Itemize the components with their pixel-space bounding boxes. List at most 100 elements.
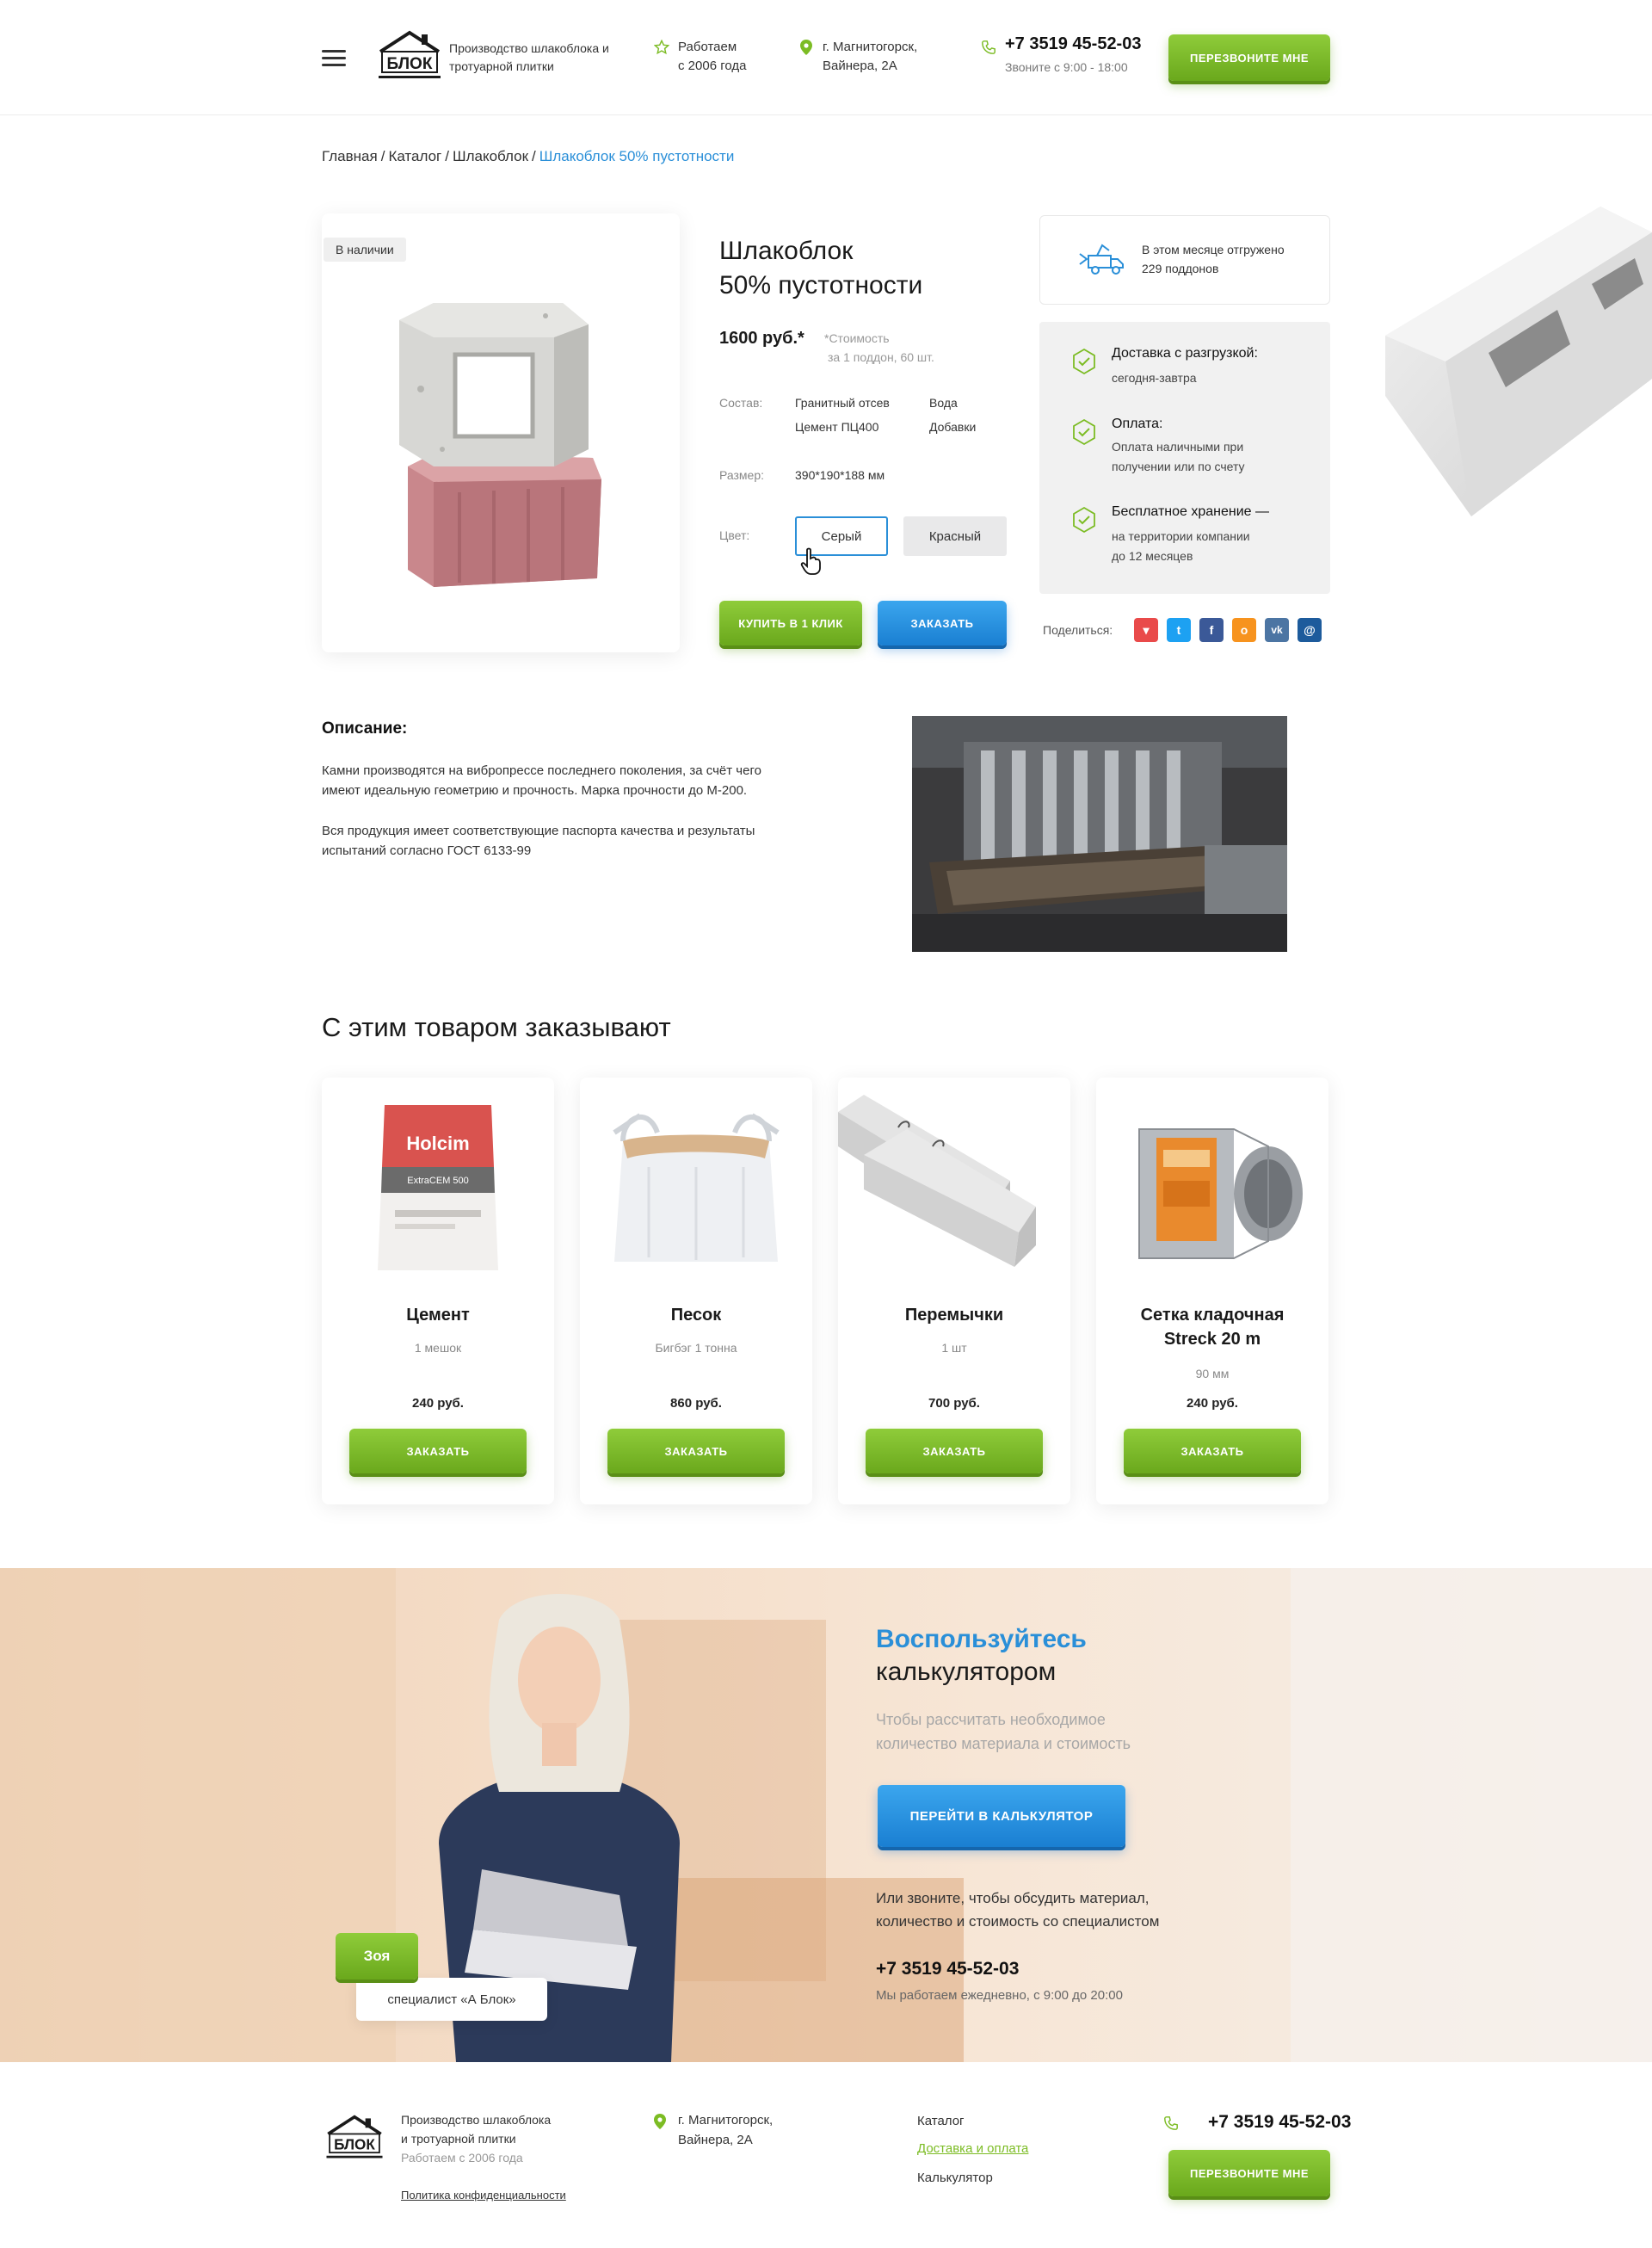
benefit-desc: сегодня-завтра (1112, 371, 1197, 385)
phone-icon (982, 40, 996, 54)
related-card-sub: 90 мм (1195, 1367, 1230, 1380)
benefit-title: Доставка с разгрузкой: (1112, 346, 1258, 361)
office-background-image (0, 1568, 1652, 2062)
footer-address: г. Магнитогорск, Вайнера, 2А (678, 2113, 774, 2147)
production-machine-image[interactable] (912, 716, 1287, 952)
phone-icon (1164, 2116, 1178, 2130)
check-hexagon-icon (1073, 348, 1095, 375)
product-image-card: В наличии (322, 213, 680, 652)
specialist-role: специалист «А Блок» (356, 1978, 547, 2021)
related-card-sub: 1 шт (941, 1341, 967, 1355)
breadcrumb-home[interactable]: Главная (322, 148, 378, 164)
header-tagline: Производство шлакоблока и тротуарной пли… (449, 41, 609, 73)
benefit-desc: до 12 месяцев (1112, 549, 1193, 563)
product-title: Шлакоблок 50% пустотности (719, 237, 923, 300)
color-option-red[interactable]: Красный (903, 516, 1007, 556)
footer-tagline: Производство шлакоблока и тротуарной пли… (401, 2113, 552, 2146)
footer-link-delivery[interactable]: Доставка и оплата (917, 2141, 1028, 2156)
calculator-phone[interactable]: +7 3519 45-52-03 (876, 1959, 1019, 1979)
related-card-name: Песок (670, 1306, 722, 1325)
related-card-price: 240 руб. (1187, 1396, 1238, 1411)
related-card-name: Сетка кладочная Streck 20 m (1140, 1306, 1285, 1349)
benefit-title: Оплата: (1112, 417, 1163, 431)
composition-item: Вода (929, 396, 958, 410)
size-value: 390*190*188 мм (795, 468, 885, 482)
site-header: БЛОК Производство шлакоблока и тротуарно… (0, 0, 1652, 115)
check-hexagon-icon (1073, 506, 1095, 534)
benefit-title: Бесплатное хранение — (1112, 504, 1269, 519)
location-pin-icon (800, 40, 812, 55)
composition-item: Цемент ПЦ400 (795, 420, 879, 434)
sand-bigbag-image (613, 1113, 780, 1262)
benefits-panel: Доставка с разгрузкой: сегодня-завтра Оп… (1039, 322, 1330, 594)
related-order-button[interactable]: Заказать (1124, 1429, 1301, 1473)
vk-icon[interactable]: vk (1265, 618, 1289, 642)
related-order-button[interactable]: Заказать (607, 1429, 785, 1473)
cement-bag-image: Holcim ExtraCEM 500 (378, 1105, 498, 1270)
calculator-hours: Мы работаем ежедневно, с 9:00 до 20:00 (876, 1988, 1123, 2003)
buy-one-click-button[interactable]: Купить в 1 клик (719, 601, 862, 645)
related-card-mesh[interactable]: Сетка кладочная Streck 20 m 90 мм 240 ру… (1096, 1078, 1328, 1504)
footer-phone[interactable]: +7 3519 45-52-03 (1208, 2112, 1351, 2133)
share-label: Поделиться: (1043, 623, 1113, 637)
header-hours: Звоните с 9:00 - 18:00 (1005, 60, 1128, 74)
product-image[interactable] (382, 286, 623, 596)
related-card-cement[interactable]: Holcim ExtraCEM 500 Цемент 1 мешок 240 р… (322, 1078, 554, 1504)
size-label: Размер: (719, 468, 765, 482)
description-text: Вся продукция имеет соответствующие пасп… (322, 824, 755, 858)
menu-icon[interactable] (322, 50, 346, 67)
related-card-sub: 1 мешок (414, 1341, 462, 1355)
color-label: Цвет: (719, 528, 750, 542)
header-phone[interactable]: +7 3519 45-52-03 (1005, 34, 1141, 54)
callback-button[interactable]: Перезвоните мне (1168, 34, 1330, 81)
moimir-icon[interactable]: @ (1298, 618, 1322, 642)
shipped-stats: В этом месяце отгружено 229 поддонов (1039, 215, 1330, 305)
related-card-sand[interactable]: Песок Бигбэг 1 тонна 860 руб. Заказать (580, 1078, 812, 1504)
twitter-icon[interactable]: t (1167, 618, 1191, 642)
hand-cursor-icon (800, 547, 821, 575)
composition-item: Добавки (929, 420, 977, 434)
lintels-image (838, 1095, 1036, 1267)
related-title: С этим товаром заказывают (322, 1012, 671, 1042)
shipped-text: В этом месяце отгружено 229 поддонов (1142, 243, 1285, 275)
breadcrumb-current: Шлакоблок 50% пустотности (539, 148, 735, 164)
price-note: *Стоимость за 1 поддон, 60 шт. (824, 331, 934, 364)
odnoklassniki-icon[interactable]: о (1232, 618, 1256, 642)
calculator-title: калькулятором (876, 1658, 1057, 1686)
star-icon (654, 40, 669, 55)
location-pin-icon (654, 2114, 666, 2129)
specialist-name-badge: Зоя (336, 1933, 418, 1979)
cement-brand-text: ExtraCEM 500 (407, 1176, 469, 1186)
logo-text: БЛОК (387, 55, 433, 73)
calculator-banner (0, 1568, 1652, 2062)
bookmark-icon[interactable]: ▾ (1134, 618, 1158, 642)
related-card-lintels[interactable]: Перемычки 1 шт 700 руб. Заказать (838, 1078, 1070, 1504)
breadcrumb-catalog[interactable]: Каталог (388, 148, 441, 164)
footer-callback-button[interactable]: Перезвоните мне (1168, 2150, 1330, 2196)
footer-link-catalog[interactable]: Каталог (917, 2114, 965, 2128)
footer-link-calculator[interactable]: Калькулятор (917, 2171, 993, 2185)
benefit-desc: получении или по счету (1112, 460, 1245, 473)
breadcrumb: Главная / Каталог / Шлакоблок / Шлакоблок 50% … (322, 148, 735, 164)
truck-icon (1079, 244, 1124, 275)
related-card-name: Перемычки (904, 1306, 1004, 1325)
related-card-price: 700 руб. (928, 1396, 980, 1411)
logo-text: БЛОК (334, 2136, 375, 2153)
calculator-title-accent: Воспользуйтесь (876, 1625, 1087, 1653)
product-price: 1600 руб.* (719, 329, 804, 348)
stock-badge: В наличии (324, 238, 406, 262)
check-hexagon-icon (1073, 418, 1095, 446)
logo-icon[interactable]: БЛОК (377, 29, 442, 83)
facebook-icon[interactable]: f (1199, 618, 1224, 642)
calculator-call-text: Или звоните, чтобы обсудить материал, ко… (876, 1890, 1160, 1930)
related-order-button[interactable]: Заказать (866, 1429, 1043, 1473)
logo-icon[interactable]: БЛОК (322, 2114, 387, 2162)
work-since: Работаем с 2006 года (678, 40, 747, 73)
go-to-calculator-button[interactable]: Перейти в калькулятор (878, 1785, 1125, 1847)
order-button[interactable]: Заказать (878, 601, 1007, 645)
related-card-price: 240 руб. (412, 1396, 464, 1411)
mesh-roll-image (1138, 1128, 1303, 1259)
related-order-button[interactable]: Заказать (349, 1429, 527, 1473)
privacy-link[interactable]: Политика конфиденциальности (401, 2186, 566, 2205)
breadcrumb-category[interactable]: Шлакоблок (453, 148, 528, 164)
